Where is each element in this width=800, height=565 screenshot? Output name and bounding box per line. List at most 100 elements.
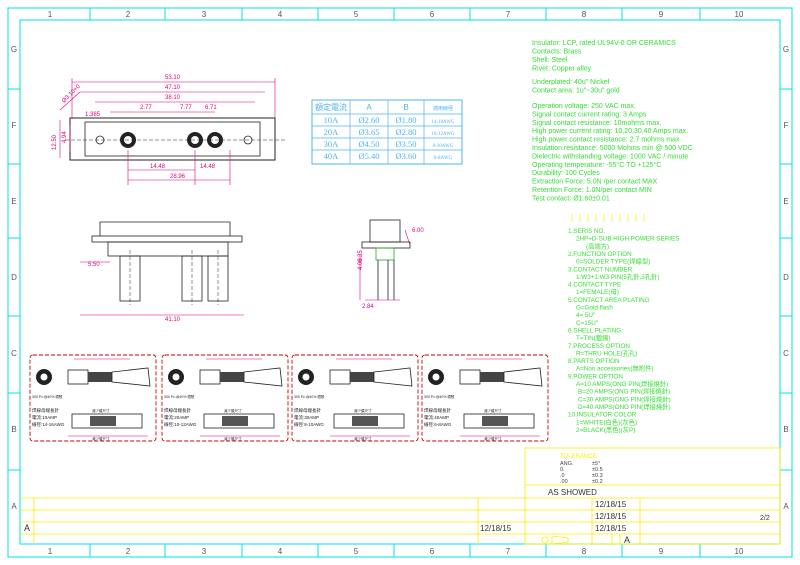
column-label: 7 xyxy=(506,10,511,19)
column-label: 8 xyxy=(582,10,587,19)
column-label: 10 xyxy=(735,10,744,19)
detail-dim-text: 減少護尺寸 xyxy=(354,408,372,413)
legend-line: 1:W3+1:W3 PIN(5孔針,3孔針) xyxy=(576,272,659,281)
row-labels-left: G F E D C B A xyxy=(11,45,17,511)
spec-line: Signal contact current rating: 3 Amps xyxy=(532,111,647,118)
row-label: B xyxy=(783,425,788,434)
table-cell: 14-18AWG xyxy=(431,120,455,125)
contact-side-crimp xyxy=(482,416,508,426)
left-date: 12/18/15 xyxy=(480,524,512,533)
dimension-label: 47.10 xyxy=(165,85,181,91)
column-label: 2 xyxy=(126,10,131,19)
table-header: B xyxy=(403,103,408,112)
legend-line: 7.PROCESS OPTION xyxy=(568,343,630,350)
detail-dim-text: 減少護尺寸 xyxy=(224,436,242,441)
dimension-label: 14.48 xyxy=(200,164,216,170)
column-label: 4 xyxy=(278,547,283,556)
spec-line: Operating temperature: -55°C TO +125°C xyxy=(532,161,661,169)
scale-value: AS SHOWED xyxy=(548,488,597,497)
contact-end-bore xyxy=(432,373,440,381)
detail-label: 焊線母端長針 xyxy=(32,407,59,414)
dimension-label: 14.48 xyxy=(150,164,166,170)
legend-line: D=40 AMPS(ONG PIN(焊接燒針) xyxy=(578,402,671,411)
table-cell: Ø3.65 xyxy=(358,127,379,137)
detail-current: 電流:10AMP xyxy=(32,414,57,421)
detail-wire: 線徑:8-10AWG xyxy=(294,421,324,427)
contact-wire-end xyxy=(373,367,413,387)
table-cell: 8-10AWG xyxy=(433,144,454,149)
contact-crimp xyxy=(88,372,112,382)
contact-wire-end xyxy=(243,367,283,387)
dimension-label: 41.10 xyxy=(165,317,181,323)
revision: A xyxy=(624,535,630,545)
spec-line: Retention Force: 1.0N/per contact MIN xyxy=(532,187,652,194)
dimension-label: 12.50 xyxy=(52,134,58,150)
detail-dim-text: 減少護尺寸 xyxy=(224,408,242,413)
table-cell: Ø3.50 xyxy=(395,139,416,149)
legend-line: G=Gold flash xyxy=(576,305,613,312)
spec-line: Contact area: 1u"~30u" gold xyxy=(532,88,620,95)
legend-line: 5.CONTACT AREA PLATING xyxy=(568,297,650,304)
contact-wire-end xyxy=(111,367,151,387)
dimension-label: 2.84 xyxy=(362,304,374,310)
column-label: 2 xyxy=(126,547,131,556)
table-cell: 30A xyxy=(324,139,340,149)
tolerance-title: TOLERANCE xyxy=(560,454,597,460)
legend-line: 2.FUNCTION OPTION xyxy=(568,251,632,258)
spec-line: Dielectric withstanding voltage: 1000 VA… xyxy=(532,153,688,160)
contact-crimp xyxy=(480,372,504,382)
table-cell: Ø3.60 xyxy=(395,151,416,161)
dimension-label: 6.35 xyxy=(358,250,364,262)
contact-sleeve xyxy=(329,369,351,385)
table-header: 額定電流 xyxy=(315,102,347,112)
legend-line: 10.INSULATOR COLOR xyxy=(568,412,637,419)
contact-sleeve xyxy=(199,369,221,385)
legend-line: 1=FEMALE(母) xyxy=(576,288,619,296)
row-label: B xyxy=(11,425,16,434)
top-view-dimensions: 53.10 47.10 38.10 2.77 7.77 6.71 1.385 14.48 14.… xyxy=(52,75,217,180)
row-label: E xyxy=(783,197,788,206)
spec-text: Insulator: LCP, rated UL94V-0 OR CERAMIC… xyxy=(532,40,693,202)
row-label: F xyxy=(12,121,17,130)
dimension-label: 2.77 xyxy=(140,105,152,111)
contact-end-bore xyxy=(40,373,48,381)
detail-wire: 線徑:14-16AWG xyxy=(32,421,65,427)
contact-side-crimp xyxy=(352,416,378,426)
column-label: 1 xyxy=(48,547,53,556)
contact-wire-end xyxy=(503,367,543,387)
date-value: 12/18/15 xyxy=(595,500,627,509)
spec-line: Signal contact resistance: 10mohms max. xyxy=(532,120,662,127)
legend-line: 6.SHELL PLATING: xyxy=(568,327,623,334)
dimension-label: 6.00 xyxy=(412,228,424,234)
row-label: E xyxy=(11,197,16,206)
spec-line: Durability: 100 Cycles xyxy=(532,170,600,177)
table-cell: 10-12AWG xyxy=(431,132,455,137)
spec-line: Test contact: Ø1.60±0.01 xyxy=(532,195,610,202)
column-label: 3 xyxy=(202,547,207,556)
detail-label: 焊線母端長針 xyxy=(294,407,321,414)
legend-line: R=THRU HOLE(孔孔) xyxy=(576,349,637,357)
legend-line: (高端方) xyxy=(586,241,609,250)
column-label: 3 xyxy=(202,10,207,19)
detail-note: 300 Pc.@40% 鐵殼 xyxy=(294,394,325,399)
current-table-cells: 額定電流 A B 適用線徑 10A Ø2.60 Ø1.80 14-18AWG 20A Ø3.65 Ø… xyxy=(315,102,455,161)
legend-line: 2HP+D-SUB HIGH POWER SERIES xyxy=(576,236,679,243)
legend-line: T=TIN(鍍錫) xyxy=(576,333,610,342)
part-number-legend: 1.SERIS NO.2HP+D-SUB HIGH POWER SERIES(高… xyxy=(568,228,679,434)
dimension-label: 53.10 xyxy=(165,75,181,81)
detail-wire: 線徑:6-8AWG xyxy=(424,421,452,427)
legend-line: 0=SOLDER TYPE(焊線型) xyxy=(576,257,650,266)
dimension-label: 6.71 xyxy=(205,105,217,111)
contact-crimp xyxy=(350,372,374,382)
detail-wire: 線徑:10-12AWG xyxy=(164,421,197,427)
spec-line: High power current rating: 10,20,30,40 A… xyxy=(532,128,688,135)
spec-line: Rivet: Copper alloy xyxy=(532,66,592,73)
sheet-number: 2/2 xyxy=(760,515,770,522)
table-cell: Ø2.80 xyxy=(395,127,416,137)
legend-line: 9.POWER OPTION xyxy=(568,373,623,380)
row-label: F xyxy=(784,121,789,130)
contact-side-crimp xyxy=(222,416,248,426)
legend-line: C=30 AMPS(ONG PIN(焊接燒針) xyxy=(578,394,671,403)
detail-current: 電流:20AMP xyxy=(164,414,189,421)
spec-line: Extraction Force: 5.0N /per contact MAX xyxy=(532,179,658,186)
